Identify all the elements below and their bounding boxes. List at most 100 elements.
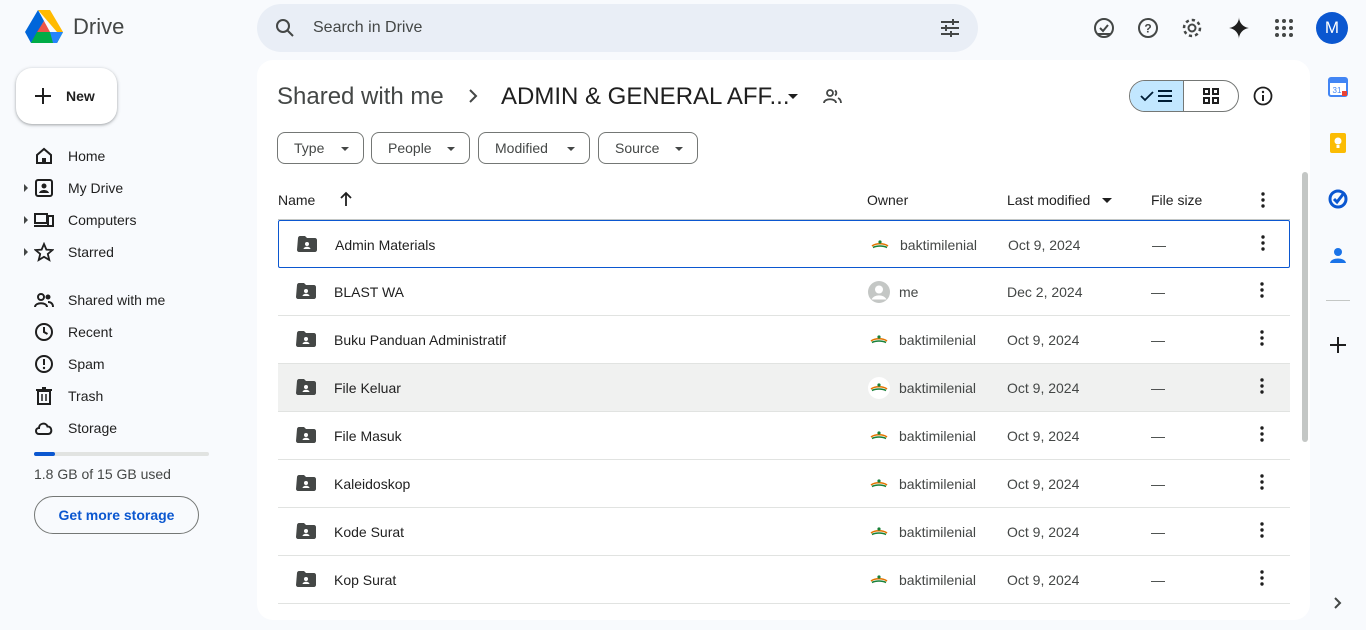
expand-caret-icon[interactable] [24, 184, 28, 192]
scrollbar[interactable] [1302, 172, 1308, 442]
last-modified: Oct 9, 2024 [1007, 332, 1080, 348]
side-panel-divider [1326, 300, 1350, 301]
shared-folder-icon [296, 475, 316, 496]
account-avatar[interactable]: M [1316, 12, 1348, 44]
sidebar-item-spam[interactable]: Spam [0, 348, 250, 380]
chevron-right-icon [469, 89, 478, 103]
column-header-last-modified[interactable]: Last modified [1007, 192, 1090, 208]
expand-caret-icon[interactable] [24, 216, 28, 224]
chevron-right-icon[interactable] [1327, 592, 1349, 614]
file-name[interactable]: Kop Surat [334, 572, 396, 588]
sort-ascending-icon[interactable] [339, 191, 353, 207]
last-modified: Dec 2, 2024 [1007, 284, 1083, 300]
more-actions-icon[interactable] [1260, 474, 1264, 495]
sidebar-item-storage[interactable]: Storage [0, 412, 250, 444]
file-name[interactable]: BLAST WA [334, 284, 404, 300]
help-icon[interactable]: ? [1136, 16, 1160, 40]
file-name[interactable]: Kode Surat [334, 524, 404, 540]
table-row[interactable]: Kaleidoskop baktimilenial Oct 9, 2024 — [278, 460, 1290, 508]
filter-type[interactable]: Type [277, 132, 364, 164]
storage-usage-bar [34, 452, 209, 456]
sidebar-item-computers[interactable]: Computers [0, 204, 250, 236]
svg-text:?: ? [1144, 22, 1151, 36]
sidebar-item-label: Storage [68, 420, 118, 436]
more-actions-icon[interactable] [1260, 426, 1264, 447]
side-panel: 31 [1318, 60, 1358, 630]
owner-avatar [868, 569, 890, 591]
folder-dropdown-icon[interactable] [788, 94, 798, 99]
settings-gear-icon[interactable] [1180, 16, 1204, 40]
sidebar-item-label: Trash [68, 388, 104, 404]
sidebar-item-home[interactable]: Home [0, 140, 250, 172]
offline-status-icon[interactable] [1092, 16, 1116, 40]
table-row[interactable]: Kop Surat baktimilenial Oct 9, 2024 — [278, 556, 1290, 604]
table-row[interactable]: File Keluar baktimilenial Oct 9, 2024 — [278, 364, 1290, 412]
table-row[interactable]: BLAST WA me Dec 2, 2024 — [278, 268, 1290, 316]
breadcrumb-shared-with-me[interactable]: Shared with me [277, 83, 444, 111]
svg-text:31: 31 [1333, 86, 1342, 95]
grid-view-button[interactable] [1184, 81, 1238, 111]
tasks-icon[interactable] [1327, 188, 1349, 210]
search-bar[interactable] [257, 4, 978, 52]
owner-avatar [868, 473, 890, 495]
more-actions-icon[interactable] [1260, 570, 1264, 591]
last-modified: Oct 9, 2024 [1007, 476, 1080, 492]
contacts-icon[interactable] [1327, 244, 1349, 266]
calendar-icon[interactable]: 31 [1327, 76, 1349, 98]
new-button[interactable]: New [16, 68, 117, 124]
file-name[interactable]: File Masuk [334, 428, 402, 444]
column-header-owner[interactable]: Owner [867, 192, 908, 208]
search-icon[interactable] [273, 16, 297, 40]
main-content: Shared with me ADMIN & GENERAL AFF... Ty… [257, 60, 1310, 620]
search-options-icon[interactable] [940, 18, 960, 38]
more-actions-icon[interactable] [1261, 235, 1265, 256]
table-row[interactable]: File Masuk baktimilenial Oct 9, 2024 — [278, 412, 1290, 460]
sidebar-item-my-drive[interactable]: My Drive [0, 172, 250, 204]
apps-grid-icon[interactable] [1272, 16, 1296, 40]
sidebar-item-recent[interactable]: Recent [0, 316, 250, 348]
expand-caret-icon[interactable] [24, 248, 28, 256]
last-modified: Oct 9, 2024 [1007, 428, 1080, 444]
search-input[interactable] [313, 16, 913, 40]
keep-icon[interactable] [1327, 132, 1349, 154]
star-icon [34, 242, 54, 262]
list-view-button[interactable] [1130, 81, 1185, 111]
shared-people-icon[interactable] [823, 88, 843, 104]
get-more-storage-button[interactable]: Get more storage [34, 496, 199, 534]
gemini-sparkle-icon[interactable] [1227, 16, 1251, 40]
file-name[interactable]: File Keluar [334, 380, 401, 396]
drive-logo[interactable]: Drive [25, 10, 124, 44]
filter-people[interactable]: People [371, 132, 470, 164]
filter-source[interactable]: Source [598, 132, 698, 164]
chevron-down-icon [567, 147, 575, 151]
filter-type-label: Type [294, 140, 325, 156]
grid-view-icon [1203, 88, 1219, 104]
column-header-name-label: Name [278, 192, 316, 208]
owner-avatar [868, 329, 890, 351]
breadcrumb-current-folder[interactable]: ADMIN & GENERAL AFF... [501, 83, 790, 111]
sidebar-item-trash[interactable]: Trash [0, 380, 250, 412]
sort-dropdown-icon[interactable] [1102, 198, 1112, 203]
column-header-name[interactable]: Name [278, 192, 315, 208]
more-actions-icon[interactable] [1260, 282, 1264, 303]
file-name[interactable]: Admin Materials [335, 237, 435, 253]
column-options-icon[interactable] [1261, 192, 1265, 208]
more-actions-icon[interactable] [1260, 522, 1264, 543]
more-actions-icon[interactable] [1260, 330, 1264, 351]
table-row[interactable]: Admin Materials baktimilenial Oct 9, 2024 — [278, 220, 1290, 268]
info-icon[interactable] [1253, 86, 1273, 106]
add-addon-icon[interactable] [1327, 334, 1349, 356]
shared-folder-icon [296, 283, 316, 304]
more-actions-icon[interactable] [1260, 378, 1264, 399]
sidebar-item-shared-with-me[interactable]: Shared with me [0, 284, 250, 316]
filter-modified[interactable]: Modified [478, 132, 590, 164]
table-row[interactable]: Buku Panduan Administratif baktimilenial O… [278, 316, 1290, 364]
clock-icon [35, 323, 53, 341]
sidebar-item-starred[interactable]: Starred [0, 236, 250, 268]
file-name[interactable]: Buku Panduan Administratif [334, 332, 506, 348]
file-name[interactable]: Kaleidoskop [334, 476, 410, 492]
table-row[interactable]: Kode Surat baktimilenial Oct 9, 2024 — [278, 508, 1290, 556]
owner-avatar [869, 234, 891, 256]
filter-modified-label: Modified [495, 140, 548, 156]
column-header-file-size[interactable]: File size [1151, 192, 1202, 208]
